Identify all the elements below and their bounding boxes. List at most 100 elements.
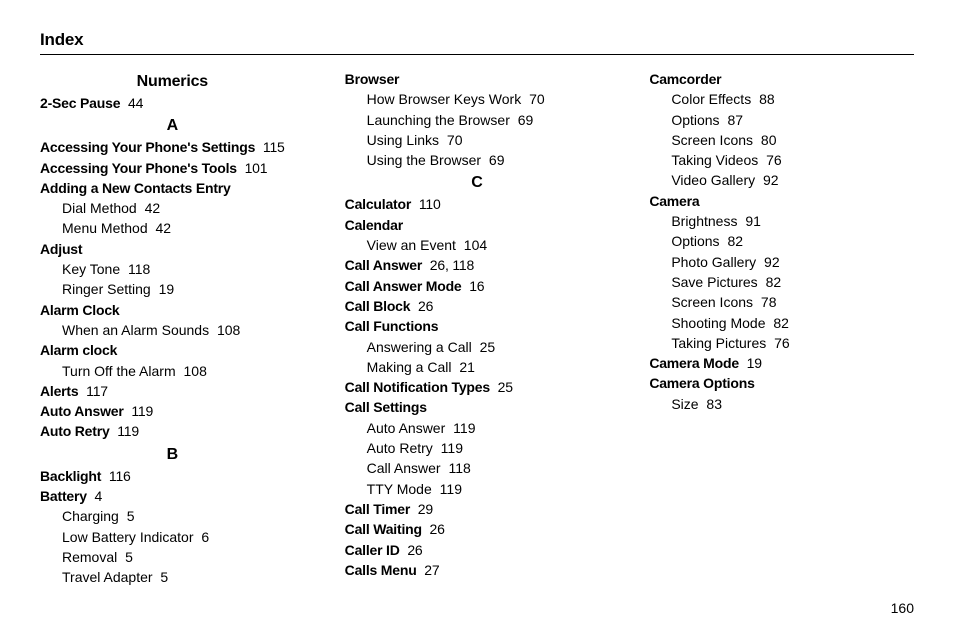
index-subentry-text: Taking Videos — [671, 152, 758, 168]
index-topic-text: Caller ID — [345, 542, 400, 558]
index-subentry-text: Shooting Mode — [671, 315, 765, 331]
index-topic: Auto Retry 119 — [40, 421, 305, 441]
index-topic-text: Adding a New Contacts Entry — [40, 180, 231, 196]
index-topic: Call Answer Mode 16 — [345, 276, 610, 296]
index-subentry: TTY Mode 119 — [345, 479, 610, 499]
index-topic-text: Calendar — [345, 217, 403, 233]
index-subentry-text: Using Links — [367, 132, 439, 148]
index-topic: Backlight 116 — [40, 466, 305, 486]
index-subentry-text: Launching the Browser — [367, 112, 510, 128]
index-topic: Calls Menu 27 — [345, 560, 610, 580]
index-topic-page: 26, 118 — [426, 257, 474, 273]
index-subentry: Color Effects 88 — [649, 89, 914, 109]
index-topic-page: 26 — [404, 542, 423, 558]
index-subentry-text: Call Answer — [367, 460, 441, 476]
index-subentry: Save Pictures 82 — [649, 272, 914, 292]
index-subentry-text: Screen Icons — [671, 294, 753, 310]
page-title: Index — [40, 30, 914, 55]
index-subentry-text: Key Tone — [62, 261, 120, 277]
index-topic-page: 16 — [466, 278, 485, 294]
index-subentry-page: 69 — [485, 152, 504, 168]
index-topic: Call Notification Types 25 — [345, 377, 610, 397]
index-subentry-text: Save Pictures — [671, 274, 757, 290]
index-subentry-page: 92 — [759, 172, 778, 188]
index-subentry-page: 91 — [741, 213, 760, 229]
index-subentry-page: 118 — [124, 261, 150, 277]
index-subentry-text: Auto Answer — [367, 420, 446, 436]
index-subentry: Taking Videos 76 — [649, 150, 914, 170]
index-subentry-page: 80 — [757, 132, 776, 148]
index-subentry: Launching the Browser 69 — [345, 110, 610, 130]
index-subentry-text: View an Event — [367, 237, 456, 253]
index-subentry: Making a Call 21 — [345, 357, 610, 377]
index-subentry-page: 42 — [141, 200, 160, 216]
section-heading: C — [345, 174, 610, 192]
index-topic: Call Functions — [345, 316, 610, 336]
index-subentry: Ringer Setting 19 — [40, 279, 305, 299]
index-subentry: Photo Gallery 92 — [649, 252, 914, 272]
index-topic: Call Answer 26, 118 — [345, 255, 610, 275]
index-subentry-page: 92 — [760, 254, 779, 270]
index-subentry: View an Event 104 — [345, 235, 610, 255]
index-topic: Caller ID 26 — [345, 540, 610, 560]
index-subentry: Call Answer 118 — [345, 458, 610, 478]
index-subentry-page: 19 — [155, 281, 174, 297]
index-topic: Adjust — [40, 239, 305, 259]
index-subentry-text: Photo Gallery — [671, 254, 756, 270]
index-subentry-page: 42 — [152, 220, 171, 236]
index-topic-page: 119 — [114, 423, 139, 439]
index-subentry-text: Options — [671, 112, 719, 128]
index-subentry-text: Menu Method — [62, 220, 148, 236]
index-subentry-text: Answering a Call — [367, 339, 472, 355]
index-subentry: Menu Method 42 — [40, 218, 305, 238]
index-topic-page: 25 — [494, 379, 513, 395]
index-subentry: Auto Answer 119 — [345, 418, 610, 438]
index-topic: Adding a New Contacts Entry — [40, 178, 305, 198]
index-subentry-text: Turn Off the Alarm — [62, 363, 176, 379]
index-subentry-page: 5 — [121, 549, 133, 565]
index-subentry-text: Video Gallery — [671, 172, 755, 188]
index-subentry-page: 6 — [198, 529, 210, 545]
index-subentry-page: 76 — [762, 152, 781, 168]
index-subentry: Answering a Call 25 — [345, 337, 610, 357]
index-topic-text: Alarm clock — [40, 342, 117, 358]
index-subentry-text: Brightness — [671, 213, 737, 229]
index-subentry-text: Ringer Setting — [62, 281, 151, 297]
index-subentry-text: How Browser Keys Work — [367, 91, 522, 107]
index-topic-text: Camcorder — [649, 71, 721, 87]
index-subentry-page: 21 — [455, 359, 474, 375]
index-topic-page: 115 — [259, 139, 284, 155]
section-heading: A — [40, 117, 305, 135]
index-subentry-page: 70 — [525, 91, 544, 107]
index-topic-page: 116 — [105, 468, 130, 484]
index-topic-text: Call Timer — [345, 501, 410, 517]
index-topic-text: Alarm Clock — [40, 302, 120, 318]
index-subentry: Charging 5 — [40, 506, 305, 526]
index-subentry-page: 82 — [770, 315, 789, 331]
index-topic-text: Alerts — [40, 383, 78, 399]
index-subentry-text: TTY Mode — [367, 481, 432, 497]
section-heading: Numerics — [40, 73, 305, 91]
index-topic-text: Camera Options — [649, 375, 754, 391]
index-subentry-page: 119 — [436, 481, 462, 497]
index-subentry-page: 82 — [724, 233, 743, 249]
index-topic: Camcorder — [649, 69, 914, 89]
index-topic: Battery 4 — [40, 486, 305, 506]
index-topic-text: Battery — [40, 488, 87, 504]
index-subentry-text: Options — [671, 233, 719, 249]
index-subentry: Removal 5 — [40, 547, 305, 567]
index-subentry: Size 83 — [649, 394, 914, 414]
index-subentry-text: Using the Browser — [367, 152, 481, 168]
index-subentry: Options 82 — [649, 231, 914, 251]
index-topic-text: Camera — [649, 193, 699, 209]
index-subentry-page: 69 — [514, 112, 533, 128]
index-subentry-text: Auto Retry — [367, 440, 433, 456]
index-subentry-page: 108 — [180, 363, 207, 379]
index-topic-text: Call Answer Mode — [345, 278, 462, 294]
index-topic-text: Auto Answer — [40, 403, 124, 419]
index-subentry-text: Color Effects — [671, 91, 751, 107]
index-subentry: Using Links 70 — [345, 130, 610, 150]
index-topic-page: 101 — [241, 160, 267, 176]
index-topic: Call Block 26 — [345, 296, 610, 316]
index-topic: Calendar — [345, 215, 610, 235]
